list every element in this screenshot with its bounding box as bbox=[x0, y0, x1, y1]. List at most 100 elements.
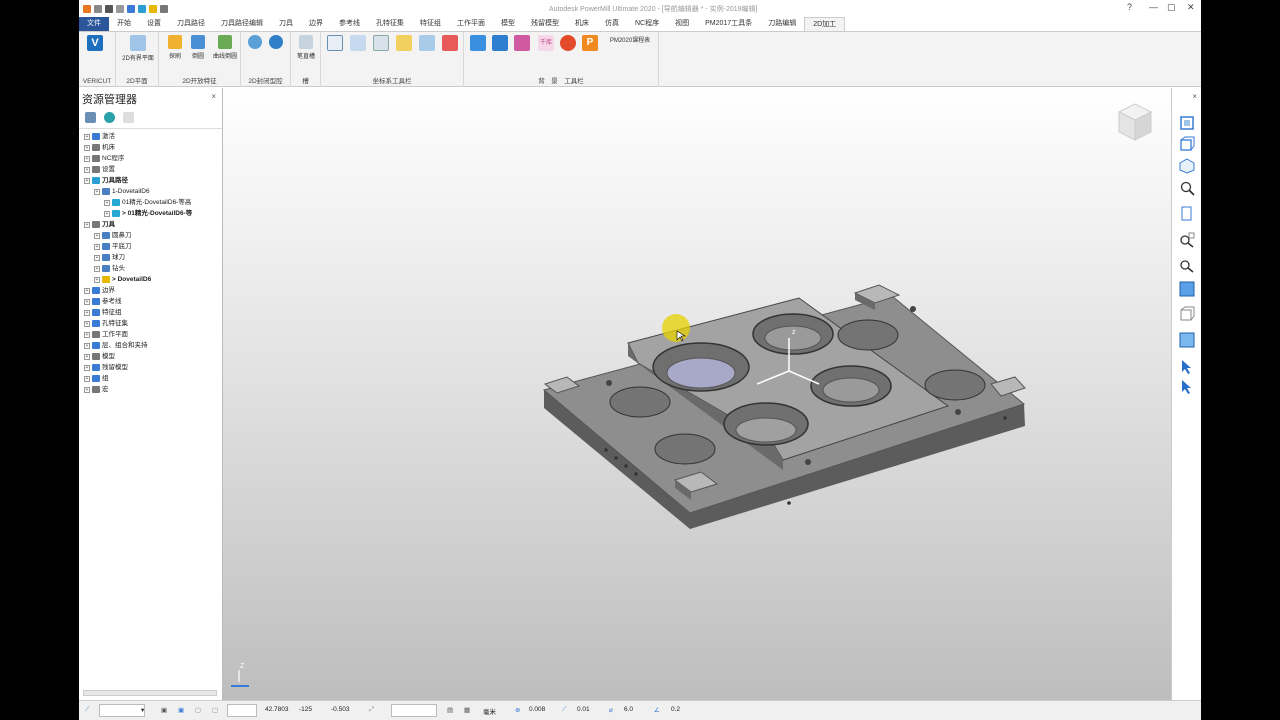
expand-icon[interactable]: + bbox=[84, 166, 90, 173]
expand-icon[interactable]: + bbox=[84, 298, 90, 305]
zoom-box-icon[interactable] bbox=[1178, 231, 1195, 248]
shaded-wire-icon[interactable] bbox=[1178, 331, 1195, 348]
tab-6[interactable]: 边界 bbox=[301, 17, 331, 31]
curve-fillet-button[interactable]: 曲线倒圆 bbox=[210, 35, 240, 60]
tab-0[interactable]: 文件 bbox=[79, 17, 109, 31]
expand-icon[interactable]: + bbox=[84, 331, 90, 338]
expand-icon[interactable]: + bbox=[94, 188, 100, 195]
view-cube[interactable] bbox=[1117, 103, 1153, 141]
tree-item[interactable]: + 刀具路径 bbox=[84, 175, 128, 186]
close-icon[interactable]: × bbox=[211, 92, 216, 101]
expand-icon[interactable]: + bbox=[84, 364, 90, 371]
qianku-button[interactable]: 千库 bbox=[536, 35, 556, 53]
workplane-select[interactable] bbox=[99, 704, 145, 717]
tree-item[interactable]: + 球刀 bbox=[94, 252, 125, 263]
undo-icon[interactable] bbox=[116, 4, 124, 13]
tree-item[interactable]: + 圆鼻刀 bbox=[94, 230, 132, 241]
expand-icon[interactable]: + bbox=[84, 386, 90, 393]
expand-icon[interactable]: + bbox=[84, 287, 90, 294]
horizontal-scrollbar[interactable] bbox=[83, 690, 217, 696]
expand-icon[interactable]: + bbox=[104, 210, 110, 217]
view-front-icon[interactable] bbox=[1178, 135, 1195, 152]
status-box[interactable] bbox=[227, 704, 257, 717]
status-icon-2[interactable]: ▣ bbox=[178, 706, 184, 714]
toolpath-icon[interactable] bbox=[127, 4, 135, 13]
tree-item[interactable]: + 激活 bbox=[84, 131, 115, 142]
expand-icon[interactable]: + bbox=[84, 353, 90, 360]
wp-button-4[interactable] bbox=[396, 35, 412, 53]
expand-icon[interactable]: + bbox=[94, 265, 100, 272]
workplane-status-icon[interactable]: ⟋ bbox=[85, 706, 90, 714]
bg-button-1[interactable] bbox=[470, 35, 486, 53]
vericut-button[interactable]: V bbox=[87, 35, 103, 53]
wp-button-6[interactable] bbox=[442, 35, 458, 53]
minimize-icon[interactable]: — bbox=[1149, 2, 1158, 12]
units-icon[interactable]: ▦ bbox=[464, 706, 470, 714]
expand-icon[interactable]: + bbox=[84, 342, 90, 349]
tab-16[interactable]: 视图 bbox=[667, 17, 697, 31]
close-icon[interactable]: × bbox=[1192, 92, 1197, 101]
tree-item[interactable]: + 机床 bbox=[84, 142, 115, 153]
expand-icon[interactable]: + bbox=[104, 199, 110, 206]
tree-item[interactable]: + 孔特征集 bbox=[84, 318, 128, 329]
select-icon[interactable] bbox=[1178, 358, 1195, 375]
tab-13[interactable]: 机床 bbox=[567, 17, 597, 31]
view-cube-icon[interactable] bbox=[1178, 157, 1195, 174]
thickness-value[interactable]: 0.01 bbox=[577, 706, 590, 713]
tree-item[interactable]: + 模型 bbox=[84, 351, 115, 362]
chevron-down-icon[interactable]: ▾ bbox=[141, 706, 144, 714]
expand-icon[interactable]: + bbox=[94, 232, 100, 239]
delete-icon[interactable] bbox=[123, 112, 134, 123]
tree-item[interactable]: + > DovetailD6 bbox=[94, 274, 151, 285]
tree-item[interactable]: + > 01精光-DovetailD6-等 bbox=[104, 208, 192, 219]
bg-button-3[interactable] bbox=[514, 35, 530, 53]
tool-icon[interactable] bbox=[149, 4, 157, 13]
diameter-value[interactable]: 6.0 bbox=[624, 706, 633, 713]
save-icon[interactable] bbox=[105, 4, 113, 13]
tab-9[interactable]: 特征组 bbox=[412, 17, 449, 31]
tree-item[interactable]: + 层、组合和夹持 bbox=[84, 340, 148, 351]
tree-item[interactable]: + 钻头 bbox=[94, 263, 125, 274]
expand-icon[interactable]: + bbox=[84, 221, 90, 228]
tab-10[interactable]: 工作平面 bbox=[449, 17, 493, 31]
expand-icon[interactable]: + bbox=[84, 177, 90, 184]
tab-4[interactable]: 刀具路径编辑 bbox=[213, 17, 271, 31]
close-icon[interactable]: ✕ bbox=[1187, 2, 1195, 13]
expand-icon[interactable]: + bbox=[84, 309, 90, 316]
app-icon[interactable] bbox=[83, 4, 91, 13]
select-rotate-icon[interactable] bbox=[1178, 378, 1195, 395]
tab-1[interactable]: 开始 bbox=[109, 17, 139, 31]
tab-18[interactable]: 刀路编辑 bbox=[760, 17, 804, 31]
wp-button-5[interactable] bbox=[419, 35, 435, 53]
redo-icon[interactable] bbox=[160, 4, 168, 13]
bg-button-2[interactable] bbox=[492, 35, 508, 53]
expand-icon[interactable]: + bbox=[94, 243, 100, 250]
expand-icon[interactable]: + bbox=[94, 276, 100, 283]
wp-button-3[interactable] bbox=[373, 35, 389, 53]
boss-button[interactable] bbox=[269, 35, 283, 51]
view-iso-icon[interactable] bbox=[1178, 114, 1195, 131]
maximize-icon[interactable]: ▢ bbox=[1167, 2, 1176, 13]
2d-bounded-plane-button[interactable]: 2D有界平面 bbox=[118, 35, 158, 62]
snap-icon[interactable]: ⤢ bbox=[369, 706, 374, 714]
help-icon[interactable]: ? bbox=[1127, 2, 1132, 12]
tree-item[interactable]: + 特征组 bbox=[84, 307, 122, 318]
pm2020-course-button[interactable]: PM2020课程表 bbox=[604, 35, 656, 44]
status-icon-3[interactable]: ▢ bbox=[195, 706, 201, 714]
tree-item[interactable]: + 工作平面 bbox=[84, 329, 128, 340]
grid-icon[interactable]: ▤ bbox=[447, 706, 453, 714]
tree-item[interactable]: + 刀具 bbox=[84, 219, 115, 230]
tab-2[interactable]: 设置 bbox=[139, 17, 169, 31]
input-box[interactable] bbox=[391, 704, 437, 717]
shaded-icon[interactable] bbox=[1178, 280, 1195, 297]
tab-12[interactable]: 残留模型 bbox=[523, 17, 567, 31]
tree-item[interactable]: + 组 bbox=[84, 373, 109, 384]
tab-5[interactable]: 刀具 bbox=[271, 17, 301, 31]
zoom-icon[interactable] bbox=[1178, 179, 1195, 196]
zoom-fit-icon[interactable] bbox=[1178, 256, 1195, 273]
model-icon[interactable] bbox=[138, 4, 146, 13]
tree-item[interactable]: + 设置 bbox=[84, 164, 115, 175]
tree-item[interactable]: + 宏 bbox=[84, 384, 109, 395]
graphics-viewport[interactable]: z Z bbox=[223, 88, 1171, 700]
chamfer-button[interactable]: 探刷 bbox=[164, 35, 186, 60]
